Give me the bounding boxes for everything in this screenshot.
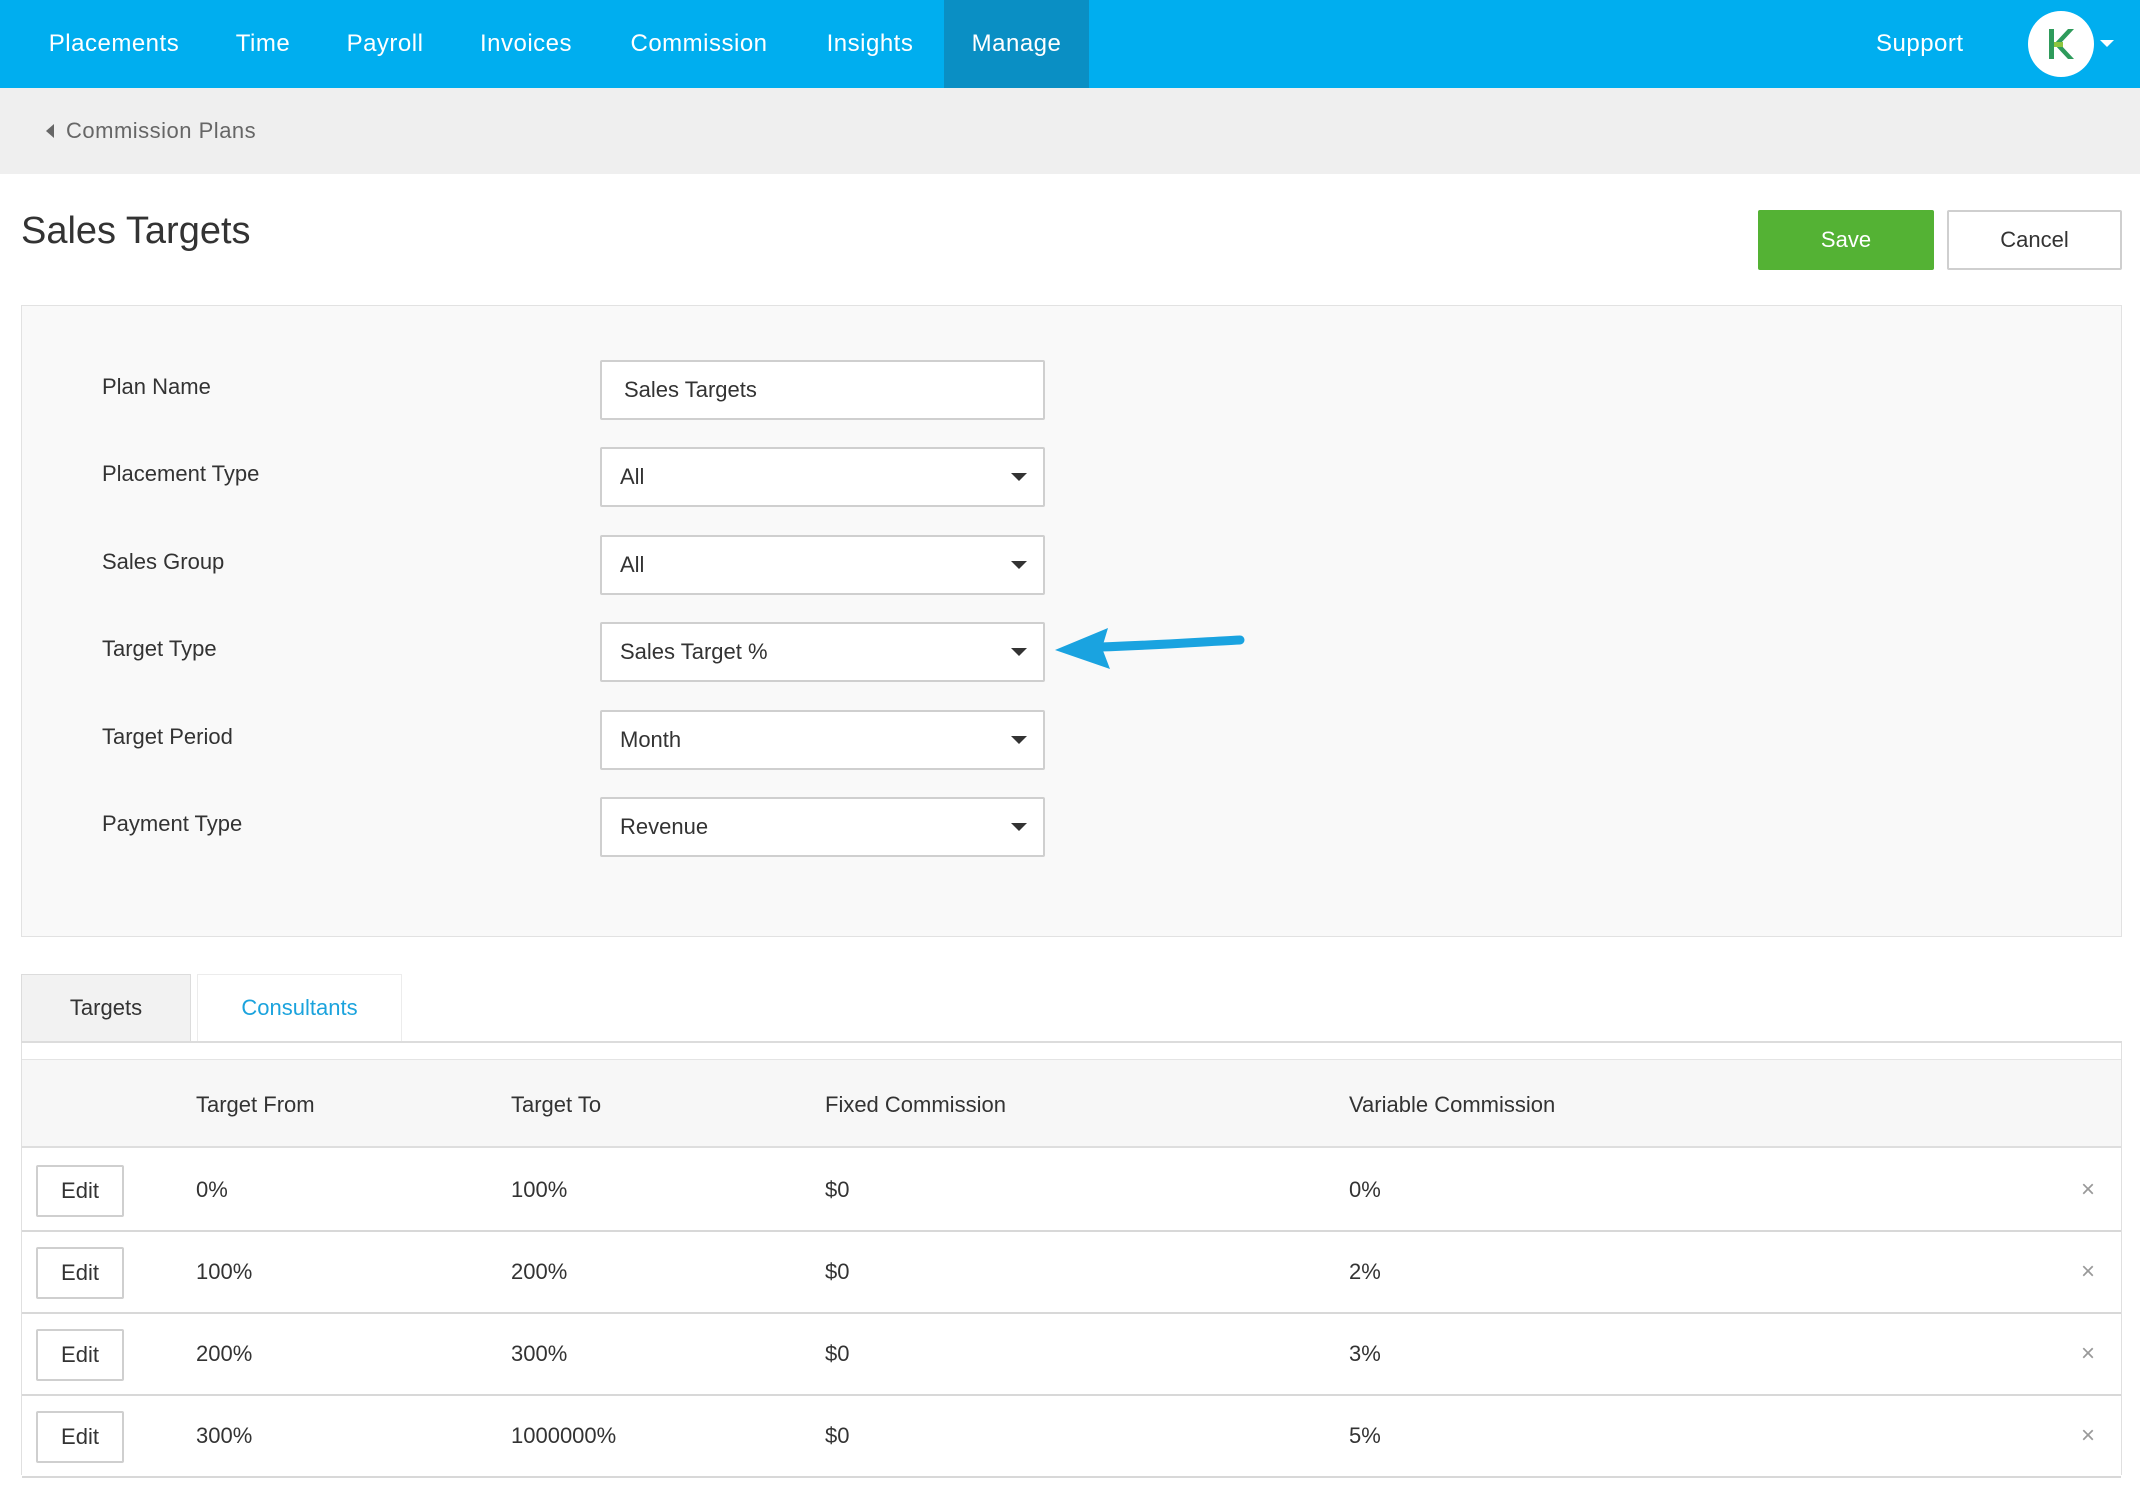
tab-consultants[interactable]: Consultants [197, 974, 402, 1042]
fixed-commission-cell: $0 [825, 1341, 850, 1366]
variable-commission-cell: 2% [1349, 1259, 1381, 1284]
chevron-down-icon [1011, 473, 1027, 481]
tab-targets[interactable]: Targets [21, 974, 191, 1042]
fixed-commission-cell: $0 [825, 1177, 850, 1202]
sales-group-label: Sales Group [102, 549, 225, 574]
user-avatar[interactable] [2028, 11, 2094, 77]
variable-commission-cell: 0% [1349, 1177, 1381, 1202]
target-from-cell: 300% [196, 1423, 253, 1448]
table-row: Edit 0% 100% $0 0% × [22, 1150, 2121, 1232]
breadcrumb[interactable]: Commission Plans [46, 88, 256, 174]
nav-placements[interactable]: Placements [28, 0, 200, 88]
payment-type-label: Payment Type [102, 811, 243, 836]
chevron-down-icon [1011, 648, 1027, 656]
annotation-arrow-icon [1055, 628, 1245, 669]
sales-group-value: All [620, 552, 645, 577]
chevron-left-icon [46, 124, 54, 138]
plan-name-label: Plan Name [102, 374, 211, 399]
top-nav: Placements Time Payroll Invoices Commiss… [0, 0, 2140, 88]
target-to-cell: 200% [511, 1259, 568, 1284]
fixed-commission-cell: $0 [825, 1423, 850, 1448]
chevron-down-icon [1011, 823, 1027, 831]
table-row: Edit 300% 1000000% $0 5% × [22, 1396, 2121, 1478]
target-type-value: Sales Target % [620, 639, 768, 664]
nav-payroll[interactable]: Payroll [326, 0, 444, 88]
table-row: Edit 200% 300% $0 3% × [22, 1314, 2121, 1396]
placement-type-label: Placement Type [102, 461, 260, 486]
page-title: Sales Targets [21, 210, 251, 252]
column-header-variable-commission: Variable Commission [1349, 1092, 1556, 1117]
target-to-cell: 300% [511, 1341, 568, 1366]
close-icon[interactable]: × [2081, 1396, 2095, 1476]
nav-support[interactable]: Support [1876, 0, 1964, 88]
sales-group-select[interactable]: All [600, 535, 1045, 595]
edit-button[interactable]: Edit [36, 1247, 124, 1299]
column-header-fixed-commission: Fixed Commission [825, 1092, 1006, 1117]
target-type-label: Target Type [102, 636, 217, 661]
nav-commission[interactable]: Commission [606, 0, 792, 88]
save-button[interactable]: Save [1758, 210, 1934, 270]
cancel-button[interactable]: Cancel [1947, 210, 2122, 270]
breadcrumb-bar: Commission Plans [0, 88, 2140, 174]
nav-invoices[interactable]: Invoices [454, 0, 598, 88]
close-icon[interactable]: × [2081, 1150, 2095, 1230]
fixed-commission-cell: $0 [825, 1259, 850, 1284]
table-row: Edit 100% 200% $0 2% × [22, 1232, 2121, 1314]
target-type-select[interactable]: Sales Target % [600, 622, 1045, 682]
target-to-cell: 100% [511, 1177, 568, 1202]
variable-commission-cell: 5% [1349, 1423, 1381, 1448]
chevron-down-icon [1011, 736, 1027, 744]
edit-button[interactable]: Edit [36, 1165, 124, 1217]
payment-type-select[interactable]: Revenue [600, 797, 1045, 857]
logo-k-icon [2049, 29, 2074, 59]
target-to-cell: 1000000% [511, 1423, 617, 1448]
target-from-cell: 100% [196, 1259, 253, 1284]
chevron-down-icon[interactable] [2100, 40, 2114, 47]
target-period-label: Target Period [102, 724, 233, 749]
close-icon[interactable]: × [2081, 1314, 2095, 1394]
table-header: Target From Target To Fixed Commission V… [22, 1059, 2121, 1148]
target-from-cell: 200% [196, 1341, 253, 1366]
placement-type-select[interactable]: All [600, 447, 1045, 507]
targets-table: Target From Target To Fixed Commission V… [21, 1043, 2122, 1478]
placement-type-value: All [620, 464, 645, 489]
plan-name-input[interactable]: Sales Targets [600, 360, 1045, 420]
chevron-down-icon [1011, 561, 1027, 569]
target-period-value: Month [620, 727, 682, 752]
column-header-target-to: Target To [511, 1092, 602, 1117]
target-from-cell: 0% [196, 1177, 228, 1202]
target-period-select[interactable]: Month [600, 710, 1045, 770]
nav-time[interactable]: Time [210, 0, 316, 88]
edit-button[interactable]: Edit [36, 1411, 124, 1463]
column-header-target-from: Target From [196, 1092, 315, 1117]
breadcrumb-label: Commission Plans [66, 118, 257, 143]
variable-commission-cell: 3% [1349, 1341, 1381, 1366]
payment-type-value: Revenue [620, 814, 709, 839]
nav-insights[interactable]: Insights [800, 0, 940, 88]
nav-manage[interactable]: Manage [944, 0, 1089, 88]
close-icon[interactable]: × [2081, 1232, 2095, 1312]
edit-button[interactable]: Edit [36, 1329, 124, 1381]
